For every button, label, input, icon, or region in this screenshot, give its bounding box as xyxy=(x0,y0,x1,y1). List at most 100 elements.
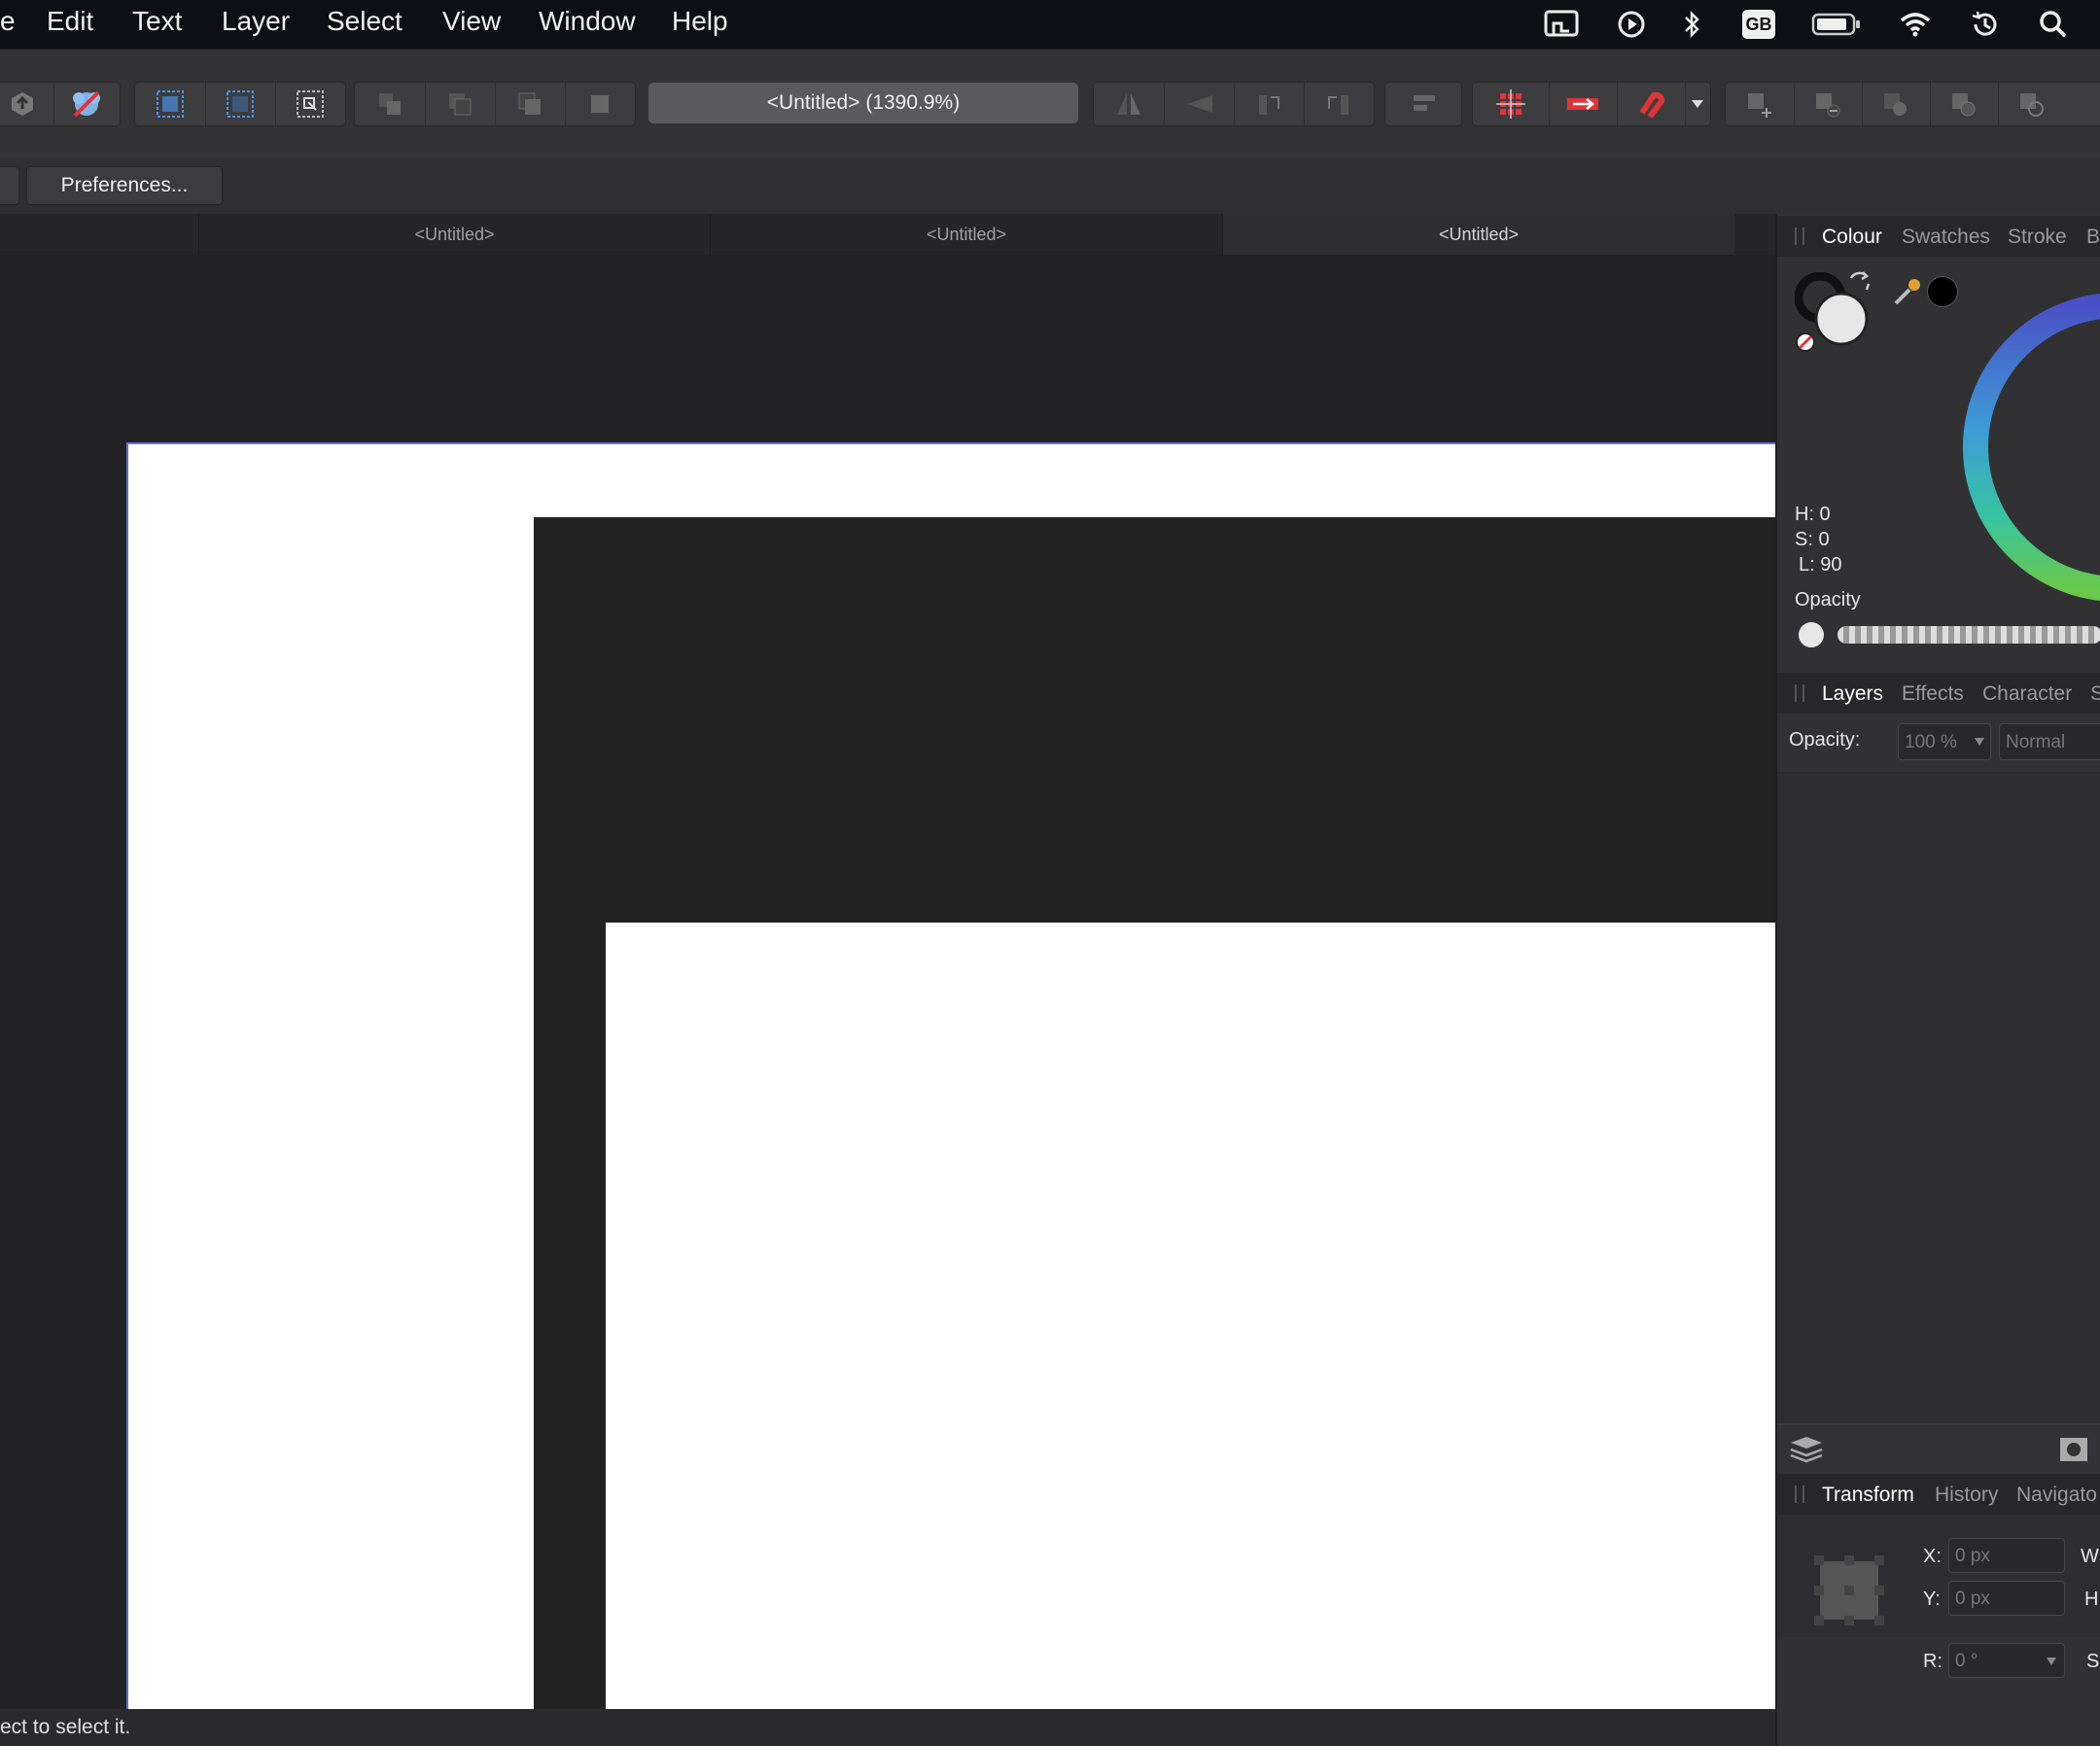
snapping-dropdown-chevron-icon[interactable] xyxy=(1685,83,1710,125)
rotation-input[interactable]: 0 ° xyxy=(1948,1643,2065,1678)
tab-effects[interactable]: Effects xyxy=(1902,682,1964,706)
align-group xyxy=(1384,82,1462,126)
play-icon[interactable] xyxy=(1614,8,1649,41)
tab-brushes[interactable]: Br xyxy=(2086,226,2100,249)
menu-view[interactable]: View xyxy=(442,6,501,37)
main-toolbar: <Untitled> (1390.9%) xyxy=(0,49,2100,158)
boolean-divide-icon[interactable] xyxy=(1998,83,2066,125)
anchor-point-selector[interactable] xyxy=(1812,1554,1886,1627)
tab-colour[interactable]: Colour xyxy=(1822,226,1882,249)
persona-group xyxy=(0,82,121,126)
persona-designer-button[interactable] xyxy=(55,83,118,125)
move-to-front-icon[interactable] xyxy=(565,83,635,125)
menu-layer[interactable]: Layer xyxy=(222,6,290,37)
move-back-one-icon[interactable] xyxy=(425,83,496,125)
document-title[interactable]: <Untitled> (1390.9%) xyxy=(648,83,1078,123)
boolean-add-icon[interactable] xyxy=(1726,83,1795,125)
boolean-ops-group xyxy=(1725,82,2100,126)
canvas-area[interactable] xyxy=(0,255,1775,1709)
shear-label: S xyxy=(2086,1651,2100,1672)
tab-stroke[interactable]: Stroke xyxy=(2008,226,2067,249)
deselect-icon[interactable] xyxy=(205,83,276,125)
menu-text[interactable]: Text xyxy=(132,6,182,37)
search-icon[interactable] xyxy=(2036,8,2071,41)
snapping-magnet-icon[interactable] xyxy=(1617,83,1686,125)
doc-tab-2[interactable]: <Untitled> xyxy=(710,214,1222,255)
menu-select[interactable]: Select xyxy=(327,6,402,37)
panel-grip-icon[interactable] xyxy=(1795,227,1804,245)
tab-layers[interactable]: Layers xyxy=(1822,682,1883,706)
snap-to-object-icon[interactable] xyxy=(1549,83,1618,125)
boolean-xor-icon[interactable] xyxy=(1930,83,1999,125)
snapping-grid-icon[interactable] xyxy=(1473,83,1550,125)
tab-character[interactable]: Character xyxy=(1982,682,2072,706)
transform-ops-group xyxy=(1093,82,1375,126)
blend-mode-select[interactable]: Normal xyxy=(1999,723,2100,760)
status-bar: ect to select it. xyxy=(0,1709,1775,1746)
menu-edit[interactable]: Edit xyxy=(47,6,93,37)
doc-tab-1[interactable]: <Untitled> xyxy=(198,214,710,255)
swap-colours-icon[interactable] xyxy=(1847,268,1872,298)
y-position-input[interactable]: 0 px xyxy=(1948,1581,2065,1616)
bluetooth-icon[interactable] xyxy=(1674,8,1709,41)
rotate-right-icon[interactable] xyxy=(1304,83,1374,125)
opacity-label: Opacity xyxy=(1795,589,1861,611)
opacity-slider[interactable] xyxy=(1838,626,2100,644)
hue-readout: H: 0 xyxy=(1795,504,1831,525)
snapping-group xyxy=(1472,82,1711,126)
layers-panel-tabs: Layers Effects Character S xyxy=(1777,673,2100,714)
move-to-back-icon[interactable] xyxy=(355,83,426,125)
time-machine-icon[interactable] xyxy=(1968,8,2003,41)
lightness-readout: L: 90 xyxy=(1799,554,1842,576)
right-panel: Colour Swatches Stroke Br xyxy=(1775,214,2100,1746)
menu-window[interactable]: Window xyxy=(539,6,636,37)
menu-help[interactable]: Help xyxy=(672,6,728,37)
move-forward-one-icon[interactable] xyxy=(495,83,566,125)
layer-opacity-value: 100 % xyxy=(1905,732,1957,752)
persona-pixel-button[interactable] xyxy=(0,83,54,125)
white-inner-rectangle-shape[interactable] xyxy=(606,923,1775,1709)
invert-selection-icon[interactable] xyxy=(275,83,345,125)
wifi-icon[interactable] xyxy=(1898,8,1933,41)
layers-footer xyxy=(1777,1425,2100,1474)
menu-bar: e Edit Text Layer Select View Window Hel… xyxy=(0,0,2100,49)
selection-tools-group xyxy=(134,82,346,126)
boolean-intersect-icon[interactable] xyxy=(1862,83,1931,125)
select-all-icon[interactable] xyxy=(135,83,206,125)
panel-grip-icon[interactable] xyxy=(1795,684,1804,702)
menu-file[interactable]: e xyxy=(0,6,16,37)
tab-navigator[interactable]: Navigato xyxy=(2016,1484,2097,1507)
opacity-indicator xyxy=(1799,622,1824,647)
layer-opacity-field[interactable]: 100 % xyxy=(1898,723,1991,760)
panel-grip-icon[interactable] xyxy=(1795,1485,1804,1503)
saturation-readout: S: 0 xyxy=(1795,529,1830,550)
status-text: ect to select it. xyxy=(0,1716,131,1738)
colour-wheel[interactable] xyxy=(1962,292,2100,608)
tab-swatches[interactable]: Swatches xyxy=(1902,226,1990,249)
rotation-value: 0 ° xyxy=(1955,1651,1978,1671)
battery-icon[interactable] xyxy=(1810,8,1863,41)
keyboard-input-badge[interactable]: GB xyxy=(1742,10,1775,39)
layers-stack-icon[interactable] xyxy=(1789,1435,1824,1469)
x-position-input[interactable]: 0 px xyxy=(1948,1538,2065,1573)
doc-tab-3-active[interactable]: <Untitled> xyxy=(1222,214,1734,255)
screen-mirror-icon[interactable] xyxy=(1544,8,1579,41)
layer-opacity-label: Opacity: xyxy=(1789,729,1861,751)
colour-picker-eyedropper-icon[interactable] xyxy=(1890,274,1925,314)
align-icon[interactable] xyxy=(1385,83,1461,125)
tab-history[interactable]: History xyxy=(1935,1484,1998,1507)
boolean-subtract-icon[interactable] xyxy=(1794,83,1863,125)
mask-layer-icon[interactable] xyxy=(2059,1437,2088,1467)
tab-styles[interactable]: S xyxy=(2090,682,2100,706)
colour-panel-tabs: Colour Swatches Stroke Br xyxy=(1777,216,2100,257)
width-label: W xyxy=(2081,1546,2099,1567)
flip-horizontal-icon[interactable] xyxy=(1094,83,1165,125)
context-toolbar xyxy=(0,157,2100,214)
tab-transform[interactable]: Transform xyxy=(1822,1484,1914,1507)
picked-colour-swatch[interactable] xyxy=(1927,276,1958,307)
rotate-left-icon[interactable] xyxy=(1234,83,1305,125)
preferences-button[interactable]: Preferences... xyxy=(26,166,223,205)
flip-vertical-icon[interactable] xyxy=(1164,83,1235,125)
rotation-label: R: xyxy=(1923,1651,1942,1672)
context-toolbar-left-button[interactable] xyxy=(0,166,19,205)
